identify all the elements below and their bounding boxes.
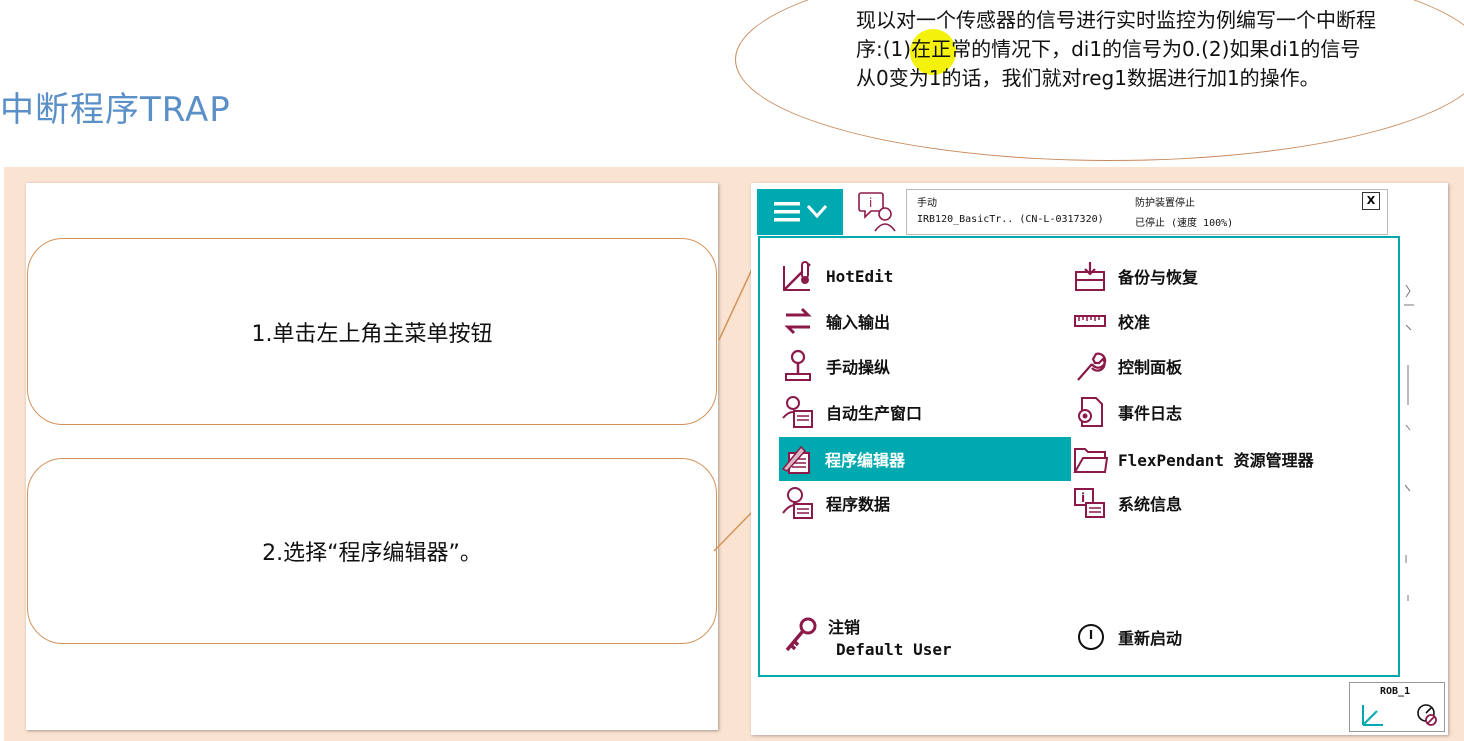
hamburger-chevron-icon <box>774 202 828 222</box>
main-menu-button[interactable] <box>757 189 843 235</box>
menu-item-label: 控制面板 <box>1118 358 1183 377</box>
menu-item-program-data[interactable]: 程序数据 <box>780 481 980 525</box>
menu-item-jogging[interactable]: 手动操纵 <box>780 344 980 388</box>
logoff-label: 注销 <box>828 618 861 637</box>
menu-item-backup-restore[interactable]: 备份与恢复 <box>1072 254 1372 298</box>
folder-icon <box>1073 448 1108 473</box>
menu-item-label: 事件日志 <box>1118 404 1183 423</box>
menu-item-event-log[interactable]: 事件日志 <box>1072 390 1372 434</box>
menu-item-production-window[interactable]: 自动生产窗口 <box>780 390 980 434</box>
step-2-label: 2.选择“程序编辑器”。 <box>262 541 482 566</box>
menu-item-calibration[interactable]: 校准 <box>1072 299 1372 343</box>
status-system: IRB120_BasicTr.. (CN-L-0317320) <box>917 214 1104 225</box>
status-info-button[interactable]: i <box>852 189 904 235</box>
menu-item-label: 输入输出 <box>826 313 891 332</box>
restart-label: 重新启动 <box>1118 629 1183 648</box>
step-2-box: 2.选择“程序编辑器”。 <box>27 458 717 644</box>
calibration-icon <box>1074 315 1106 327</box>
status-mode: 手动 <box>917 198 937 209</box>
menu-item-label: 备份与恢复 <box>1118 268 1199 287</box>
production-window-icon <box>782 396 813 428</box>
hotedit-icon <box>783 261 811 291</box>
status-state: 已停止 (速度 100%) <box>1135 218 1234 229</box>
svg-text:i: i <box>869 196 872 210</box>
menu-item-label: 校准 <box>1118 313 1151 332</box>
power-icon <box>1078 624 1104 650</box>
program-data-icon <box>782 487 813 519</box>
callout-note: 现以对一个传感器的信号进行实时监控为例编写一个中断程序:(1)在正常的情况下，d… <box>856 8 1376 90</box>
speed-icon <box>1417 704 1437 726</box>
close-button[interactable]: X <box>1362 192 1380 210</box>
task-label: ROB_1 <box>1380 686 1411 697</box>
menu-item-program-editor[interactable]: 程序编辑器 <box>779 437 1071 481</box>
menu-item-control-panel[interactable]: 控制面板 <box>1072 344 1372 388</box>
key-icon <box>785 617 817 652</box>
menu-item-label: 系统信息 <box>1118 495 1183 514</box>
step-1-label: 1.单击左上角主菜单按钮 <box>251 321 493 347</box>
io-icon <box>784 307 812 335</box>
menu-item-label: 手动操纵 <box>826 358 891 377</box>
menu-item-label: FlexPendant 资源管理器 <box>1118 451 1314 470</box>
menu-item-io[interactable]: 输入输出 <box>780 299 980 343</box>
info-person-icon: i <box>858 192 896 232</box>
logoff-button[interactable]: 注销 Default User <box>782 614 952 659</box>
program-editor-icon <box>781 445 810 474</box>
menu-item-label: HotEdit <box>826 266 894 286</box>
wrench-icon <box>1077 352 1107 381</box>
event-log-icon <box>1078 397 1103 427</box>
system-info-icon: i <box>1074 488 1105 518</box>
menu-item-system-info[interactable]: i 系统信息 <box>1072 481 1372 525</box>
menu-item-label: 程序编辑器 <box>825 451 906 470</box>
svg-text:i: i <box>1081 491 1085 505</box>
status-bar: 手动 IRB120_BasicTr.. (CN-L-0317320) 防护装置停… <box>906 189 1388 235</box>
restart-button[interactable]: 重新启动 <box>1076 622 1182 652</box>
quickset-button[interactable]: ROB_1 <box>1349 682 1445 732</box>
background-window-strip <box>1404 284 1414 601</box>
menu-item-label: 自动生产窗口 <box>826 404 923 423</box>
menu-item-hotedit[interactable]: HotEdit <box>780 254 980 298</box>
jogging-icon <box>785 349 811 381</box>
backup-restore-icon <box>1075 262 1105 291</box>
axes-icon <box>1362 705 1383 726</box>
step-1-box: 1.单击左上角主菜单按钮 <box>27 238 717 425</box>
menu-item-label: 程序数据 <box>826 495 891 514</box>
menu-item-flexpendant-explorer[interactable]: FlexPendant 资源管理器 <box>1072 437 1392 481</box>
slide-title: 中断程序TRAP <box>0 90 231 130</box>
logoff-user: Default User <box>836 640 952 659</box>
status-safety: 防护装置停止 <box>1135 198 1195 209</box>
